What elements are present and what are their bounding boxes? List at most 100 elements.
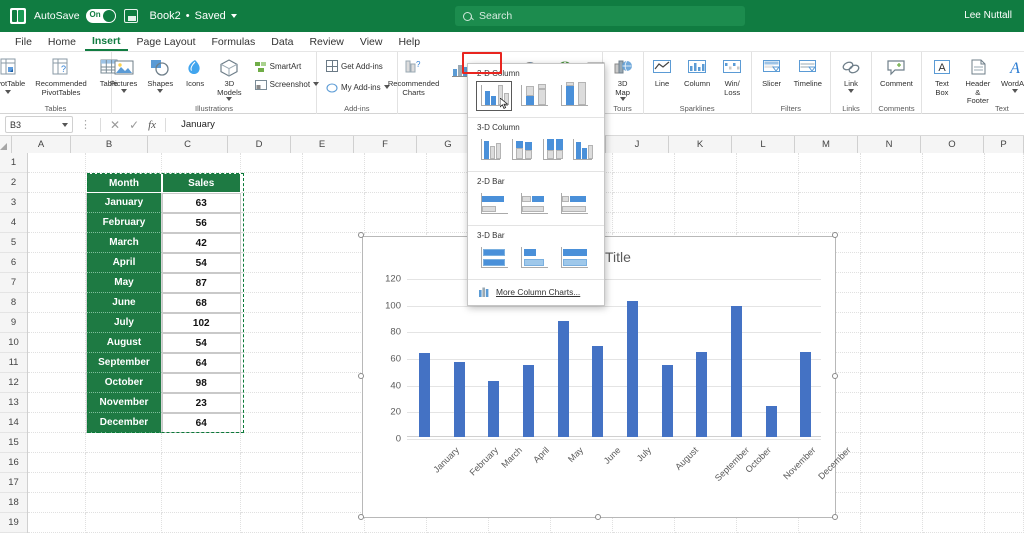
more-options-icon[interactable]: ⋮ bbox=[80, 118, 91, 131]
chart-resize-handle[interactable] bbox=[358, 232, 364, 238]
cell-N1[interactable] bbox=[860, 153, 923, 173]
cell-B19[interactable] bbox=[86, 513, 162, 533]
gallery-item-3d-column[interactable] bbox=[568, 135, 596, 165]
cell-N17[interactable] bbox=[860, 473, 923, 493]
confirm-icon[interactable]: ✓ bbox=[129, 118, 139, 132]
cell-N14[interactable] bbox=[860, 413, 923, 433]
cell-K1[interactable] bbox=[674, 153, 737, 173]
cell-O11[interactable] bbox=[922, 353, 985, 373]
cell-A15[interactable] bbox=[28, 433, 87, 453]
my-addins-button[interactable]: My Add-ins bbox=[324, 80, 392, 94]
chart-bar[interactable] bbox=[488, 381, 500, 437]
chevron-down-icon[interactable] bbox=[226, 97, 233, 102]
cell-A11[interactable] bbox=[28, 353, 87, 373]
cell-C15[interactable] bbox=[161, 433, 241, 453]
cell-B5[interactable]: March bbox=[86, 233, 162, 253]
cell-N18[interactable] bbox=[860, 493, 923, 513]
gallery-item-3d-100-percent-stacked-bar[interactable] bbox=[556, 243, 592, 273]
cell-P4[interactable] bbox=[984, 213, 1024, 233]
cell-C10[interactable]: 54 bbox=[161, 333, 241, 353]
cell-D8[interactable] bbox=[240, 293, 303, 313]
cell-O4[interactable] bbox=[922, 213, 985, 233]
row-header-13[interactable]: 13 bbox=[0, 393, 27, 413]
cell-A9[interactable] bbox=[28, 313, 87, 333]
icons-button[interactable]: Icons bbox=[180, 57, 210, 90]
cell-P12[interactable] bbox=[984, 373, 1024, 393]
cell-C7[interactable]: 87 bbox=[161, 273, 241, 293]
sparkline-winloss-button[interactable]: Win/ Loss bbox=[717, 57, 747, 98]
name-box[interactable]: B3 bbox=[5, 116, 73, 133]
chart-bar[interactable] bbox=[730, 306, 742, 437]
cell-D2[interactable] bbox=[240, 173, 303, 193]
gallery-item-clustered-column[interactable] bbox=[476, 81, 512, 111]
row-header-8[interactable]: 8 bbox=[0, 293, 27, 313]
fx-icon[interactable]: fx bbox=[148, 119, 156, 131]
gallery-item-3d-100-percent-stacked-column[interactable] bbox=[537, 135, 566, 165]
cell-P1[interactable] bbox=[984, 153, 1024, 173]
cell-E6[interactable] bbox=[302, 253, 365, 273]
recommended-charts-button[interactable]: ? Recommended Charts bbox=[386, 57, 442, 98]
cell-E11[interactable] bbox=[302, 353, 365, 373]
cell-A6[interactable] bbox=[28, 253, 87, 273]
cell-C3[interactable]: 63 bbox=[161, 193, 241, 213]
cell-C9[interactable]: 102 bbox=[161, 313, 241, 333]
row-header-3[interactable]: 3 bbox=[0, 193, 27, 213]
cell-O2[interactable] bbox=[922, 173, 985, 193]
shapes-button[interactable]: Shapes bbox=[144, 57, 176, 94]
screenshot-button[interactable]: Screenshot bbox=[253, 77, 321, 91]
cell-A5[interactable] bbox=[28, 233, 87, 253]
gallery-item-3d-stacked-column[interactable] bbox=[506, 135, 535, 165]
pictures-button[interactable]: Pictures bbox=[107, 57, 140, 94]
cell-D4[interactable] bbox=[240, 213, 303, 233]
save-icon[interactable] bbox=[123, 9, 138, 23]
cell-C17[interactable] bbox=[161, 473, 241, 493]
chart-bar[interactable] bbox=[696, 351, 708, 437]
cell-E9[interactable] bbox=[302, 313, 365, 333]
cell-B1[interactable] bbox=[86, 153, 162, 173]
cell-B15[interactable] bbox=[86, 433, 162, 453]
cell-B9[interactable]: July bbox=[86, 313, 162, 333]
tab-view[interactable]: View bbox=[353, 34, 390, 50]
cell-B3[interactable]: January bbox=[86, 193, 162, 213]
cell-C11[interactable]: 64 bbox=[161, 353, 241, 373]
chart-bar[interactable] bbox=[592, 346, 604, 437]
cell-E13[interactable] bbox=[302, 393, 365, 413]
cell-L4[interactable] bbox=[736, 213, 799, 233]
row-header-10[interactable]: 10 bbox=[0, 333, 27, 353]
cell-P18[interactable] bbox=[984, 493, 1024, 513]
cell-A18[interactable] bbox=[28, 493, 87, 513]
cell-O19[interactable] bbox=[922, 513, 985, 533]
cell-A8[interactable] bbox=[28, 293, 87, 313]
chart-resize-handle[interactable] bbox=[595, 514, 601, 520]
cell-N2[interactable] bbox=[860, 173, 923, 193]
cell-M1[interactable] bbox=[798, 153, 861, 173]
row-header-7[interactable]: 7 bbox=[0, 273, 27, 293]
cell-N19[interactable] bbox=[860, 513, 923, 533]
tab-page-layout[interactable]: Page Layout bbox=[130, 34, 203, 50]
column-header-C[interactable]: C bbox=[148, 136, 228, 153]
cell-N8[interactable] bbox=[860, 293, 923, 313]
cell-D10[interactable] bbox=[240, 333, 303, 353]
row-header-4[interactable]: 4 bbox=[0, 213, 27, 233]
cell-E12[interactable] bbox=[302, 373, 365, 393]
cell-O15[interactable] bbox=[922, 433, 985, 453]
tab-insert[interactable]: Insert bbox=[84, 33, 128, 51]
cell-A3[interactable] bbox=[28, 193, 87, 213]
row-header-12[interactable]: 12 bbox=[0, 373, 27, 393]
cell-A16[interactable] bbox=[28, 453, 87, 473]
tab-formulas[interactable]: Formulas bbox=[205, 34, 263, 50]
cell-D18[interactable] bbox=[240, 493, 303, 513]
chart-bar[interactable] bbox=[661, 365, 673, 437]
cell-D5[interactable] bbox=[240, 233, 303, 253]
cell-B11[interactable]: September bbox=[86, 353, 162, 373]
cell-O7[interactable] bbox=[922, 273, 985, 293]
cell-P11[interactable] bbox=[984, 353, 1024, 373]
cell-B4[interactable]: February bbox=[86, 213, 162, 233]
cell-N3[interactable] bbox=[860, 193, 923, 213]
cell-C14[interactable]: 64 bbox=[161, 413, 241, 433]
column-header-B[interactable]: B bbox=[71, 136, 148, 153]
cell-B16[interactable] bbox=[86, 453, 162, 473]
workbook-title[interactable]: Book2 • Saved bbox=[150, 10, 237, 22]
cell-C4[interactable]: 56 bbox=[161, 213, 241, 233]
tab-file[interactable]: File bbox=[8, 34, 39, 50]
